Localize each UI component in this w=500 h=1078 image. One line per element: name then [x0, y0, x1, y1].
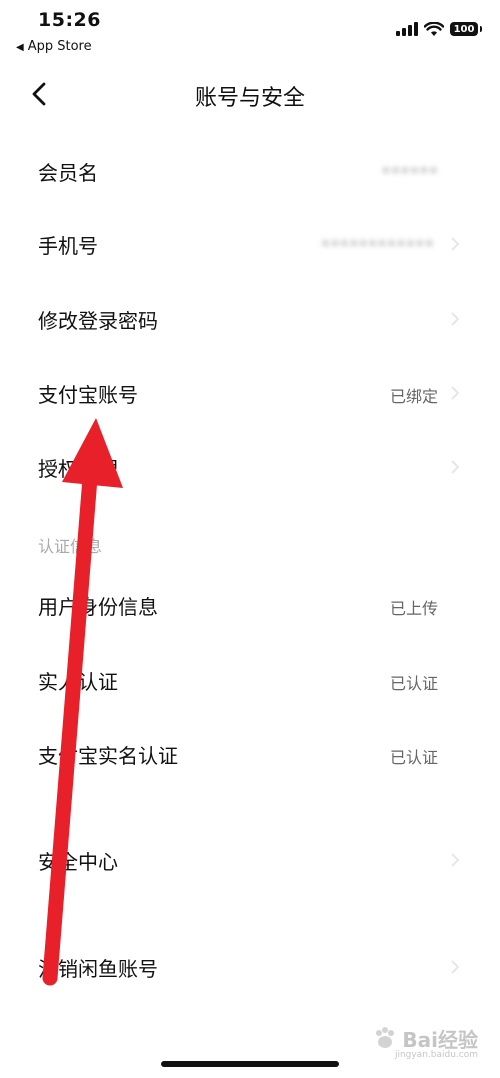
row-value: 已认证: [389, 674, 438, 693]
back-app-label: App Store: [27, 39, 92, 54]
watermark-subtext: jingyan.baidu.com: [394, 1050, 478, 1060]
row-authorization-management[interactable]: 授权管理: [0, 439, 500, 495]
row-security-center[interactable]: 安全中心: [0, 832, 500, 888]
chevron-right-icon: [451, 237, 460, 251]
row-label: 实人认证: [38, 670, 118, 694]
chevron-right-icon: [451, 960, 460, 974]
section-label-auth-info: 认证信息: [38, 537, 103, 556]
page-title: 账号与安全: [194, 86, 305, 111]
watermark: Bai经验 jingyan.baidu.com: [372, 1024, 478, 1060]
row-cancel-account[interactable]: 注销闲鱼账号: [0, 939, 500, 995]
battery-level: 100: [453, 23, 475, 35]
row-change-password[interactable]: 修改登录密码: [0, 291, 500, 347]
row-label: 安全中心: [38, 850, 118, 874]
row-label: 用户身份信息: [38, 595, 158, 619]
row-value: ••••••: [381, 161, 438, 180]
status-icons: 100: [396, 20, 482, 38]
chevron-right-icon: [451, 312, 460, 326]
row-label: 修改登录密码: [38, 309, 158, 333]
wifi-icon: [424, 21, 444, 36]
cellular-signal-icon: [396, 22, 418, 36]
row-label: 授权管理: [38, 457, 118, 481]
battery-icon: 100: [450, 22, 482, 36]
row-label: 手机号: [38, 234, 98, 258]
back-triangle-icon: ◀: [16, 42, 24, 53]
row-value: ••••••••••••: [320, 234, 434, 253]
row-label: 支付宝账号: [38, 383, 138, 407]
row-alipay-account[interactable]: 支付宝账号 已绑定: [0, 365, 500, 421]
status-time: 15:26: [38, 9, 101, 31]
status-bar: 15:26 ◀ App Store 100: [0, 0, 500, 60]
row-alipay-real-name[interactable]: 支付宝实名认证 已认证: [0, 726, 500, 782]
chevron-right-icon: [451, 460, 460, 474]
row-user-identity[interactable]: 用户身份信息 已上传: [0, 577, 500, 633]
row-label: 会员名: [38, 161, 98, 185]
paw-icon: [376, 1026, 395, 1048]
row-value: 已认证: [389, 748, 438, 767]
row-value: 已绑定: [389, 387, 438, 406]
row-member-name[interactable]: 会员名 ••••••: [0, 143, 500, 199]
row-label: 注销闲鱼账号: [38, 957, 158, 981]
row-real-person-verification[interactable]: 实人认证 已认证: [0, 652, 500, 708]
home-indicator[interactable]: [161, 1061, 339, 1067]
row-label: 支付宝实名认证: [38, 744, 178, 768]
back-to-app-link[interactable]: ◀ App Store: [16, 39, 92, 54]
row-phone-number[interactable]: 手机号 ••••••••••••: [0, 216, 500, 272]
navigation-bar: 账号与安全: [0, 64, 500, 124]
watermark-text: Bai经验: [402, 1028, 478, 1052]
chevron-right-icon: [451, 853, 460, 867]
row-value: 已上传: [389, 599, 438, 618]
chevron-right-icon: [451, 386, 460, 400]
